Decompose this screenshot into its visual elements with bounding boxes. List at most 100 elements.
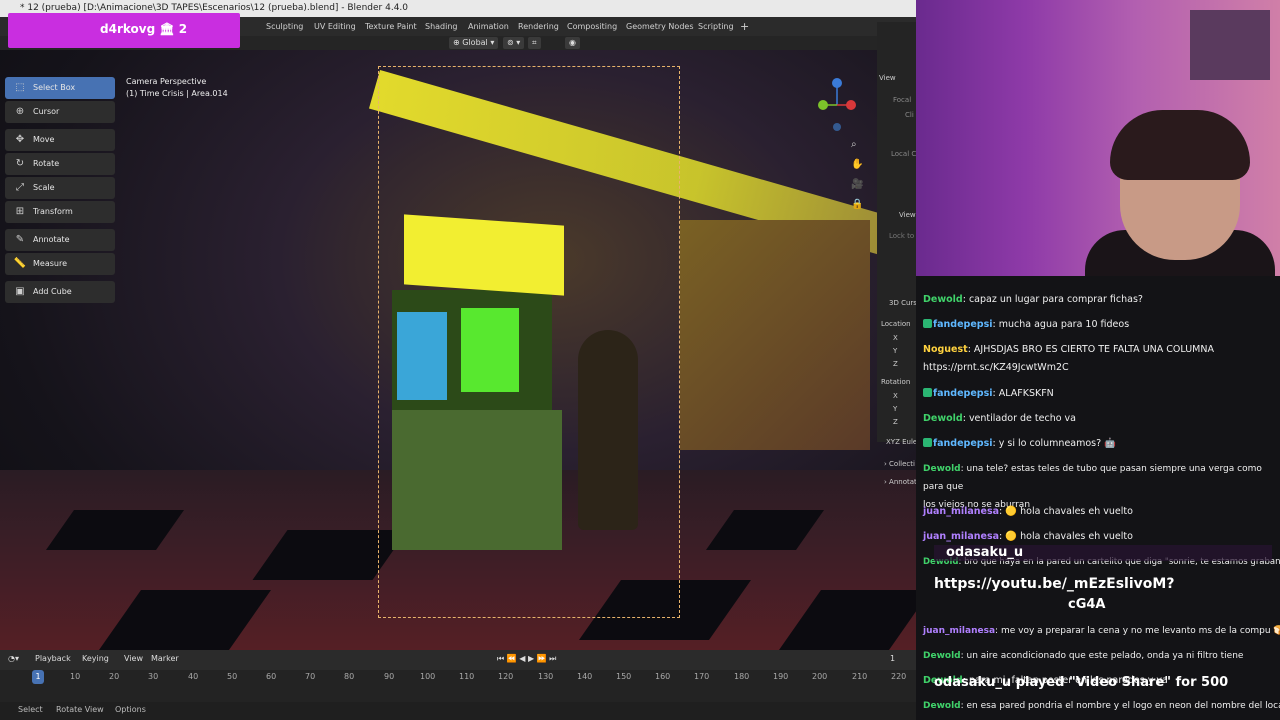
cursor-icon: ⊕ <box>15 106 25 117</box>
keying-menu[interactable]: Keying <box>82 654 109 663</box>
tick-label: 120 <box>498 672 514 681</box>
alert-link[interactable]: https://youtu.be/_mEzEslivoM? <box>934 576 1174 592</box>
current-frame-field[interactable]: 1 <box>890 654 895 663</box>
alert-played: odasaku_u played "Video Share" for 500 <box>934 675 1229 690</box>
rotation-label: Rotation <box>881 378 911 386</box>
globe-icon: ⊕ <box>453 38 463 47</box>
sub-badge-icon <box>923 388 932 397</box>
chat-username: Dewold <box>923 651 961 661</box>
chat-link[interactable]: https://prnt.sc/KZ49JcwtWm2C <box>923 362 1069 373</box>
tick-label: 210 <box>852 672 868 681</box>
sub-badge-icon <box>923 319 932 328</box>
stream-badge: d4rkovg 🏛 2 <box>8 13 240 48</box>
tick-label: 90 <box>384 672 395 681</box>
status-select: Select <box>18 705 43 714</box>
navigation-gizmo[interactable]: ⌕ ✋ 🎥 🔒 <box>815 75 865 215</box>
tick-label: 60 <box>266 672 277 681</box>
tick-label: 70 <box>305 672 316 681</box>
measure-icon: 📏 <box>13 258 27 269</box>
chat-message: Dewold: en esa pared pondria el nombre y… <box>923 697 1280 715</box>
tick-label: 10 <box>70 672 81 681</box>
rotation-mode-dropdown[interactable]: XYZ Eule <box>886 438 917 446</box>
tick-label: 110 <box>459 672 475 681</box>
3d-cursor-section-title[interactable]: 3D Curs <box>889 299 917 307</box>
chat-message: Dewold: un aire acondicionado que este p… <box>923 651 1244 661</box>
clip-label: Cli <box>905 111 914 119</box>
orientation-dropdown[interactable]: ⊕ Global ▾ <box>449 37 499 49</box>
tick-label: 170 <box>694 672 710 681</box>
timeline-editor[interactable]: ◔▾ Playback Keying View Marker ⏮ ⏪ ◀ ▶ ⏩… <box>0 650 916 702</box>
collections-section-title[interactable]: › Collecti <box>884 460 915 468</box>
add-cube-icon: ▣ <box>15 286 25 297</box>
location-label: Location <box>881 320 911 328</box>
tick-label: 130 <box>538 672 554 681</box>
view-subsection-title[interactable]: View <box>899 211 916 219</box>
alert-name: odasaku_u <box>946 545 1024 560</box>
lock-to-label: Lock to <box>889 232 915 240</box>
view-menu[interactable]: View <box>124 654 143 663</box>
move-icon: ✥ <box>15 134 25 145</box>
tab-geometry-nodes[interactable]: Geometry Nodes <box>626 17 693 36</box>
location-y-label: Y <box>893 347 898 355</box>
proportional-toggle[interactable]: ◉ <box>565 37 580 49</box>
tool-add-cube[interactable]: ▣ Add Cube <box>5 281 115 303</box>
tool-rotate[interactable]: ↻ Rotate <box>5 153 115 175</box>
tool-measure[interactable]: 📏 Measure <box>5 253 115 275</box>
select-box-icon: ⬚ <box>15 82 25 93</box>
sub-badge-icon <box>923 438 932 447</box>
snap-toggle[interactable]: ⌗ <box>528 37 541 49</box>
tab-texture-paint[interactable]: Texture Paint <box>365 17 417 36</box>
tick-label: 50 <box>227 672 238 681</box>
tool-cursor[interactable]: ⊕ Cursor <box>5 101 115 123</box>
annotations-section-title[interactable]: › Annotat <box>884 478 917 486</box>
tool-transform[interactable]: ⊞ Transform <box>5 201 115 223</box>
chat-message: Dewold: ventilador de techo va <box>923 413 1077 424</box>
svg-text:✋: ✋ <box>851 157 863 170</box>
annotations-label: Annotat <box>889 478 917 486</box>
playhead[interactable]: 1 <box>32 670 44 684</box>
webcam-shelf <box>1190 10 1270 80</box>
tool-select-box[interactable]: ⬚ Select Box <box>5 77 115 99</box>
webcam-person-hair <box>1110 110 1250 180</box>
pivot-dropdown[interactable]: ⊚ ▾ <box>503 37 525 49</box>
svg-text:🔒: 🔒 <box>851 198 863 210</box>
3d-viewport[interactable]: Camera Perspective (1) Time Crisis | Are… <box>0 50 916 650</box>
svg-text:⌕: ⌕ <box>851 139 857 150</box>
marker-menu[interactable]: Marker <box>151 654 179 663</box>
sidebar-n-panel: View Focal Cli Local C View Lock to 3D C… <box>877 22 917 446</box>
chat-username: Dewold <box>923 413 963 424</box>
clock-icon[interactable]: ◔▾ <box>8 654 19 663</box>
focal-label: Focal <box>893 96 912 104</box>
chat-username: Dewold <box>923 701 961 711</box>
status-rotate-view: Rotate View <box>56 705 104 714</box>
axis-gizmo-icon[interactable]: ⌕ ✋ 🎥 🔒 <box>815 75 865 215</box>
stream-chat: Dewold: capaz un lugar para comprar fich… <box>916 276 1280 720</box>
tab-shading[interactable]: Shading <box>425 17 458 36</box>
chat-text: ventilador de techo va <box>968 413 1077 424</box>
tool-move[interactable]: ✥ Move <box>5 129 115 151</box>
playback-menu[interactable]: Playback <box>35 654 71 663</box>
view-section-title[interactable]: View <box>879 74 896 82</box>
add-workspace-button[interactable]: + <box>740 17 749 36</box>
tab-compositing[interactable]: Compositing <box>567 17 617 36</box>
svg-text:🎥: 🎥 <box>851 177 863 190</box>
chat-username: Noguest <box>923 344 968 355</box>
tab-scripting[interactable]: Scripting <box>698 17 734 36</box>
tool-annotate[interactable]: ✎ Annotate <box>5 229 115 251</box>
chat-message: juan_milanesa: 🟡 hola chavales eh vuelto <box>923 506 1133 517</box>
camera-perspective-label: Camera Perspective <box>126 77 207 86</box>
chat-message: fandepepsi: ALAFKSKFN <box>923 385 1278 403</box>
tab-sculpting[interactable]: Sculpting <box>266 17 303 36</box>
tool-scale[interactable]: ⤢ Scale <box>5 177 115 199</box>
tick-label: 100 <box>420 672 436 681</box>
rotation-y-label: Y <box>893 405 898 413</box>
window-title: * 12 (prueba) [D:\Animacione\3D TAPES\Es… <box>20 3 409 13</box>
tab-rendering[interactable]: Rendering <box>518 17 559 36</box>
tick-label: 220 <box>891 672 907 681</box>
tick-label: 80 <box>344 672 355 681</box>
playback-controls[interactable]: ⏮ ⏪ ◀ ▶ ⏩ ⏭ <box>497 654 556 664</box>
rotate-icon: ↻ <box>15 158 25 169</box>
tab-animation[interactable]: Animation <box>468 17 509 36</box>
chat-text: mucha agua para 10 fideos <box>998 319 1130 330</box>
tab-uv-editing[interactable]: UV Editing <box>314 17 356 36</box>
